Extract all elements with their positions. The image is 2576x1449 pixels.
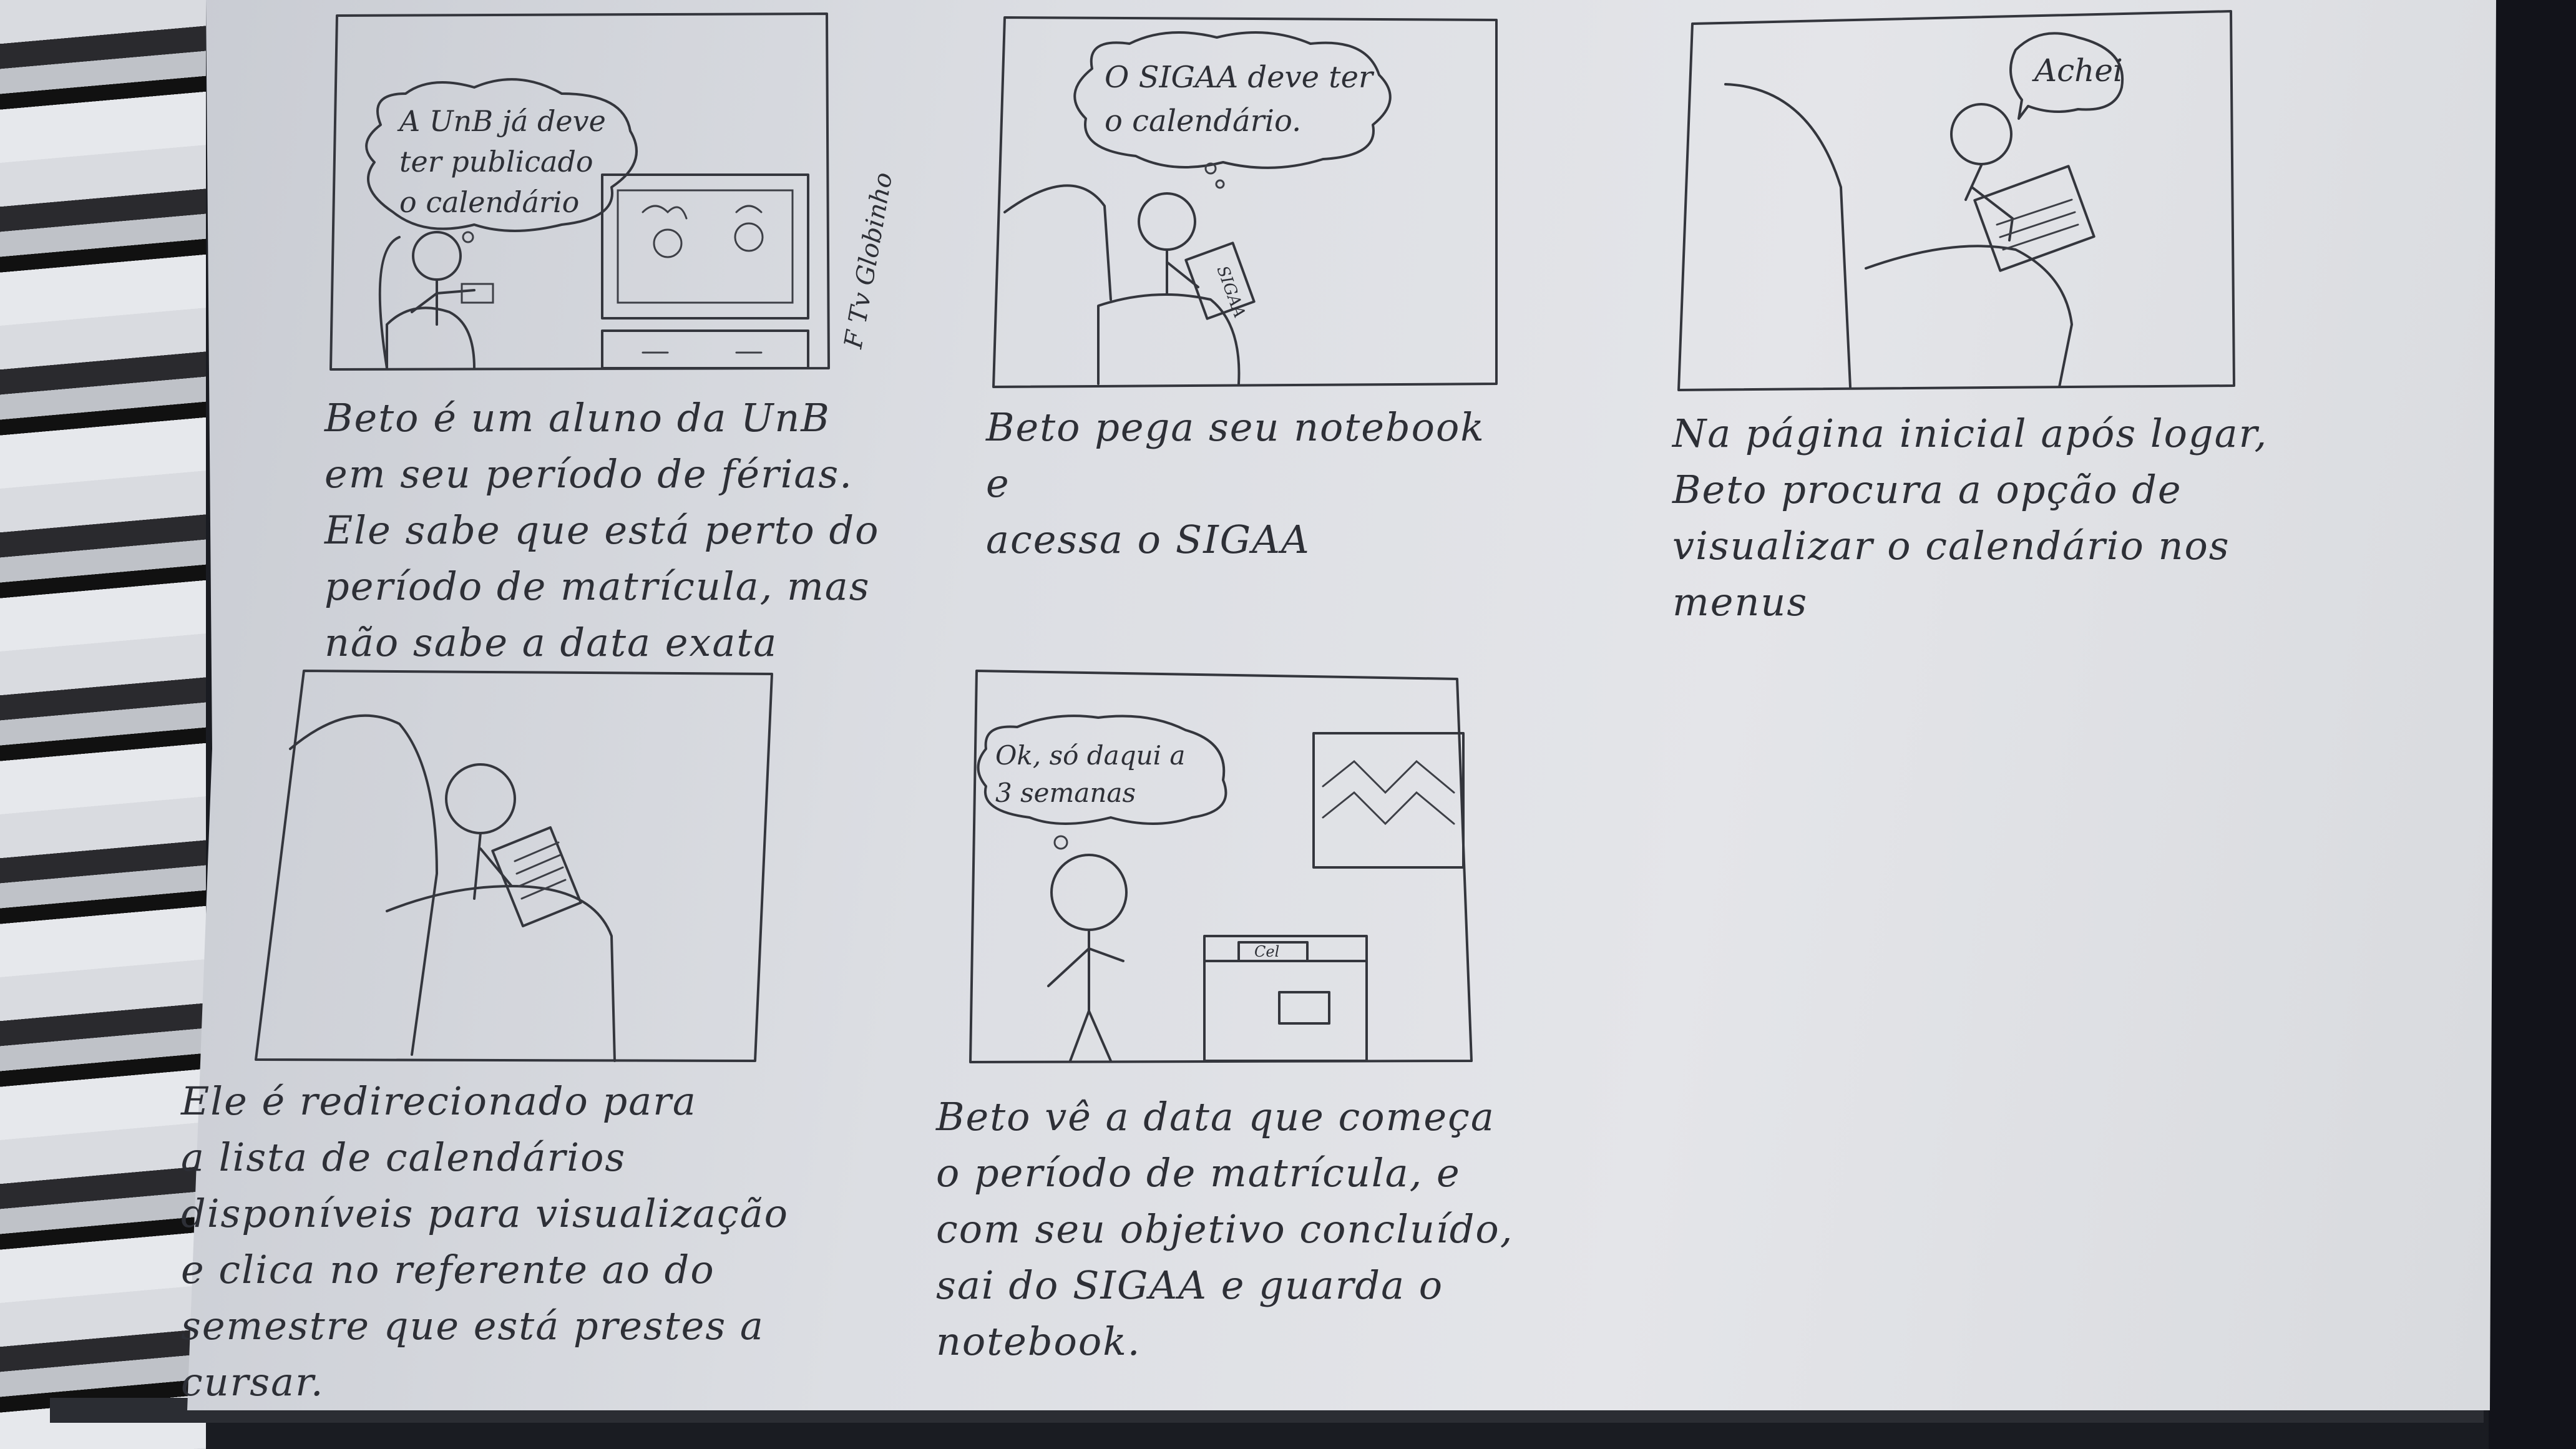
panel-1-bubble-text: A UnB já deve ter publicado o calendário	[397, 104, 615, 219]
panel-1-bubble-line-2: ter publicado	[399, 145, 593, 178]
panel-1-remote	[461, 283, 494, 304]
panel-4-laptop	[491, 826, 582, 927]
panel-5-beto-head	[1050, 854, 1128, 931]
panel-1-bubble-dot	[462, 231, 474, 243]
panel-4-sofa-back	[289, 714, 438, 1056]
panel-5-beto-body	[1047, 929, 1125, 1062]
panel-1: A UnB já deve ter publicado o calendário…	[329, 12, 898, 371]
panel-1-beto-head	[412, 231, 462, 281]
panel-4-frame	[255, 670, 773, 1062]
panel-4	[255, 670, 773, 1062]
panel-3-sofa-back	[1724, 83, 1852, 388]
panel-2-thought-bubble	[1073, 31, 1392, 169]
panel-2-bubble-text: O SIGAA deve ter o calendário.	[1105, 60, 1382, 139]
panel-5-bubble-line-1: Ok, só daqui a	[995, 740, 1185, 771]
panel-3-sofa-arm	[1865, 245, 2073, 388]
panel-1-tv-credit: F Tv Globinho	[839, 170, 898, 351]
panel-4-beto-head	[445, 763, 516, 834]
panel-1-bubble-line-1: A UnB já deve	[397, 104, 606, 138]
panel-5-bubble-line-2: 3 semanas	[995, 778, 1136, 808]
panel-3-laptop	[1973, 165, 2095, 272]
panel-3-beto-body	[1964, 164, 2014, 242]
panel-1-sofa-back	[378, 236, 401, 369]
panel-2-sofa-back	[1003, 184, 1112, 301]
panel-5-laptop-label: Cel	[1254, 943, 1279, 960]
panel-2-bubble-line-2: o calendário.	[1105, 104, 1301, 139]
panel-1-sofa-arm	[386, 306, 476, 369]
panel-3: Achei	[1677, 10, 2235, 391]
panel-1-tv-stand	[601, 329, 809, 369]
panel-2-bubble-line-1: O SIGAA deve ter	[1105, 60, 1375, 95]
panel-1-tv-cartoon	[642, 205, 763, 220]
panel-1-tv-screen	[617, 189, 794, 304]
panel-1-caption: Beto é um aluno da UnB em seu período de…	[324, 395, 880, 665]
panel-5-bubble-text: Ok, só daqui a 3 semanas	[995, 740, 1194, 808]
panel-4-caption: Ele é redirecionado para a lista de cale…	[181, 1078, 789, 1405]
panel-5-wall-picture	[1312, 732, 1465, 869]
panel-4-sofa-arm	[386, 885, 616, 1062]
panel-1-bubble-line-3: o calendário	[399, 185, 579, 219]
panel-3-caption: Na página inicial após logar, Beto procu…	[1672, 411, 2268, 625]
panel-3-beto-head	[1950, 103, 2012, 165]
panel-5: Ok, só daqui a 3 semanas Cel	[969, 670, 1473, 1063]
panel-3-bubble-text: Achei	[2032, 52, 2123, 89]
panel-5-caption: Beto vê a data que começa o período de m…	[936, 1094, 1514, 1364]
panel-3-laptop-screen-lines	[1996, 198, 2079, 251]
panel-5-desk	[1203, 935, 1368, 1062]
panel-3-frame	[1677, 10, 2235, 391]
panel-2-beto-head	[1138, 192, 1196, 251]
panel-2-sofa-arm	[1097, 293, 1241, 385]
panel-2-caption: Beto pega seu notebook e acessa o SIGAA	[986, 404, 1485, 562]
panel-5-desk-drawer	[1203, 960, 1368, 1025]
panel-1-tv	[601, 173, 809, 320]
panel-2: O SIGAA deve ter o calendário. SIGAA	[992, 16, 1498, 388]
panel-5-picture-mountains	[1322, 759, 1455, 826]
